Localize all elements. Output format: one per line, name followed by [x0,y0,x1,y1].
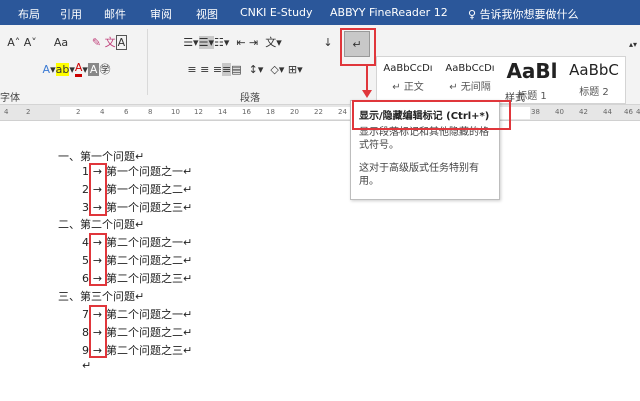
line-text: 第一个问题之一↵ [106,165,193,178]
ruler-tick: 18 [266,108,275,116]
arrow-down-icon [362,90,372,98]
list-number: 9 [82,344,89,357]
ruler-tick: 2 [76,108,81,116]
alignment-buttons[interactable]: ≡ ≡ ≡ ≡ ▤ ↕▾ ◇▾ ⊞▾ [150,60,340,78]
ruler-tick: 4 [100,108,105,116]
line-text: 第二个问题之三↵ [106,344,193,357]
ruler-tick: 46 [624,108,633,116]
font-group-label: 字体 [0,93,20,104]
highlight-tooltip-title [352,100,511,130]
ruler-tick: 2 [26,108,31,116]
tell-me-label: 告诉我你想要做什么 [479,8,579,21]
ruler-tick: 4 [4,108,9,116]
list-number: 6 [82,272,89,285]
line-text: 第一个问题之三↵ [106,201,193,214]
list-buttons[interactable]: ☰▾ ☰▾ ☷▾ ⇤ ⇥ 文▾ [150,33,315,51]
clear-format-button[interactable]: ✎ 文 A [82,33,137,51]
style-name: ↵ 正文 [392,82,424,93]
paragraph-group-label: 段落 [240,93,260,104]
tab-4[interactable]: 视图 [196,6,218,22]
list-number: 8 [82,326,89,339]
highlight-tabs-group-2 [89,233,107,286]
line-text: 三、第三个问题↵ [58,290,145,303]
tab-6[interactable]: ABBYY FineReader 12 [330,6,448,19]
style-name: 标题 2 [579,87,609,98]
ruler-tick: 14 [218,108,227,116]
style-item[interactable]: AaBbCcDı ↵ 正文 [377,57,439,103]
tell-me-search[interactable]: ♀ 告诉我你想要做什么 [468,6,579,22]
list-number: 7 [82,308,89,321]
document-line[interactable]: ↵ [82,359,91,372]
line-text: 二、第二个问题↵ [58,218,145,231]
tab-1[interactable]: 引用 [60,6,82,22]
highlight-show-hide-button [340,28,376,66]
style-preview: AaBbC [569,61,619,79]
ruler-tick: 38 [531,108,540,116]
tab-2[interactable]: 邮件 [104,6,126,22]
style-item[interactable]: AaBbCcDı ↵ 无间隔 [439,57,501,103]
line-text: 第二个问题之二↵ [106,326,193,339]
document-line[interactable]: 三、第三个问题↵ [58,288,144,304]
tab-3[interactable]: 审阅 [150,6,172,22]
ruler-tick: 40 [555,108,564,116]
sort-button[interactable]: ↓ [320,33,336,51]
styles-gallery[interactable]: AaBbCcDı ↵ 正文 AaBbCcDı ↵ 无间隔 AaBl 标题 1 AaBbC 标题… [376,56,626,104]
list-number: 2 [82,183,89,196]
list-number: 3 [82,201,89,214]
tab-0[interactable]: 布局 [18,6,40,22]
style-preview: AaBbCcDı [383,63,433,74]
line-text: 第二个问题之三↵ [106,272,193,285]
ruler-tick: 20 [290,108,299,116]
ribbon: A˄ A˅ Aa ✎ 文 A A ▾ ab ▾ A ▾ A ㊫ ☰▾ ☰▾ ☷▾ ⇤ … [0,25,640,105]
ruler-tick: 12 [194,108,203,116]
line-text: 第一个问题之二↵ [106,183,193,196]
line-text: ↵ [82,359,92,372]
ruler-tick: 6 [124,108,129,116]
line-text: 第二个问题之一↵ [106,236,193,249]
gallery-scroll-button[interactable]: ▴▾ [627,35,639,53]
ruler-tick: 16 [242,108,251,116]
ruler-tick: 24 [338,108,347,116]
style-preview: AaBl [506,59,558,83]
style-item[interactable]: AaBbC 标题 2 [563,57,625,103]
style-preview: AaBbCcDı [445,63,495,74]
line-text: 一、第一个问题↵ [58,150,145,163]
ruler-tick: 8 [148,108,153,116]
style-name: ↵ 无间隔 [449,82,491,93]
list-number: 5 [82,254,89,267]
lightbulb-icon: ♀ [468,8,477,21]
document-line[interactable]: 二、第二个问题↵ [58,216,144,232]
document-line[interactable]: 一、第一个问题↵ [58,148,144,164]
line-text: 第二个问题之二↵ [106,254,193,267]
list-number: 4 [82,236,89,249]
ruler-tick: 22 [314,108,323,116]
ruler-tick: 42 [579,108,588,116]
font-color-buttons[interactable]: A ▾ ab ▾ A ▾ A ㊫ [14,60,139,78]
list-number: 1 [82,165,89,178]
ruler-tick: 48 [636,108,640,116]
ribbon-tab-bar: 布局 引用 邮件 审阅 视图 CNKI E-Study ABBYY FineReader 1… [0,0,640,25]
change-case-button[interactable]: Aa [48,33,74,51]
line-text: 第二个问题之一↵ [106,308,193,321]
arrow-line [366,66,368,92]
tab-5[interactable]: CNKI E-Study [240,6,313,19]
ruler-tick: 10 [171,108,180,116]
ruler-tick: 44 [603,108,612,116]
highlight-tabs-group-1 [89,163,107,216]
font-grow-shrink-buttons[interactable]: A˄ A˅ [2,33,42,51]
highlight-tabs-group-3 [89,305,107,358]
tooltip-note: 这对于高级版式任务特别有用。 [359,163,479,187]
